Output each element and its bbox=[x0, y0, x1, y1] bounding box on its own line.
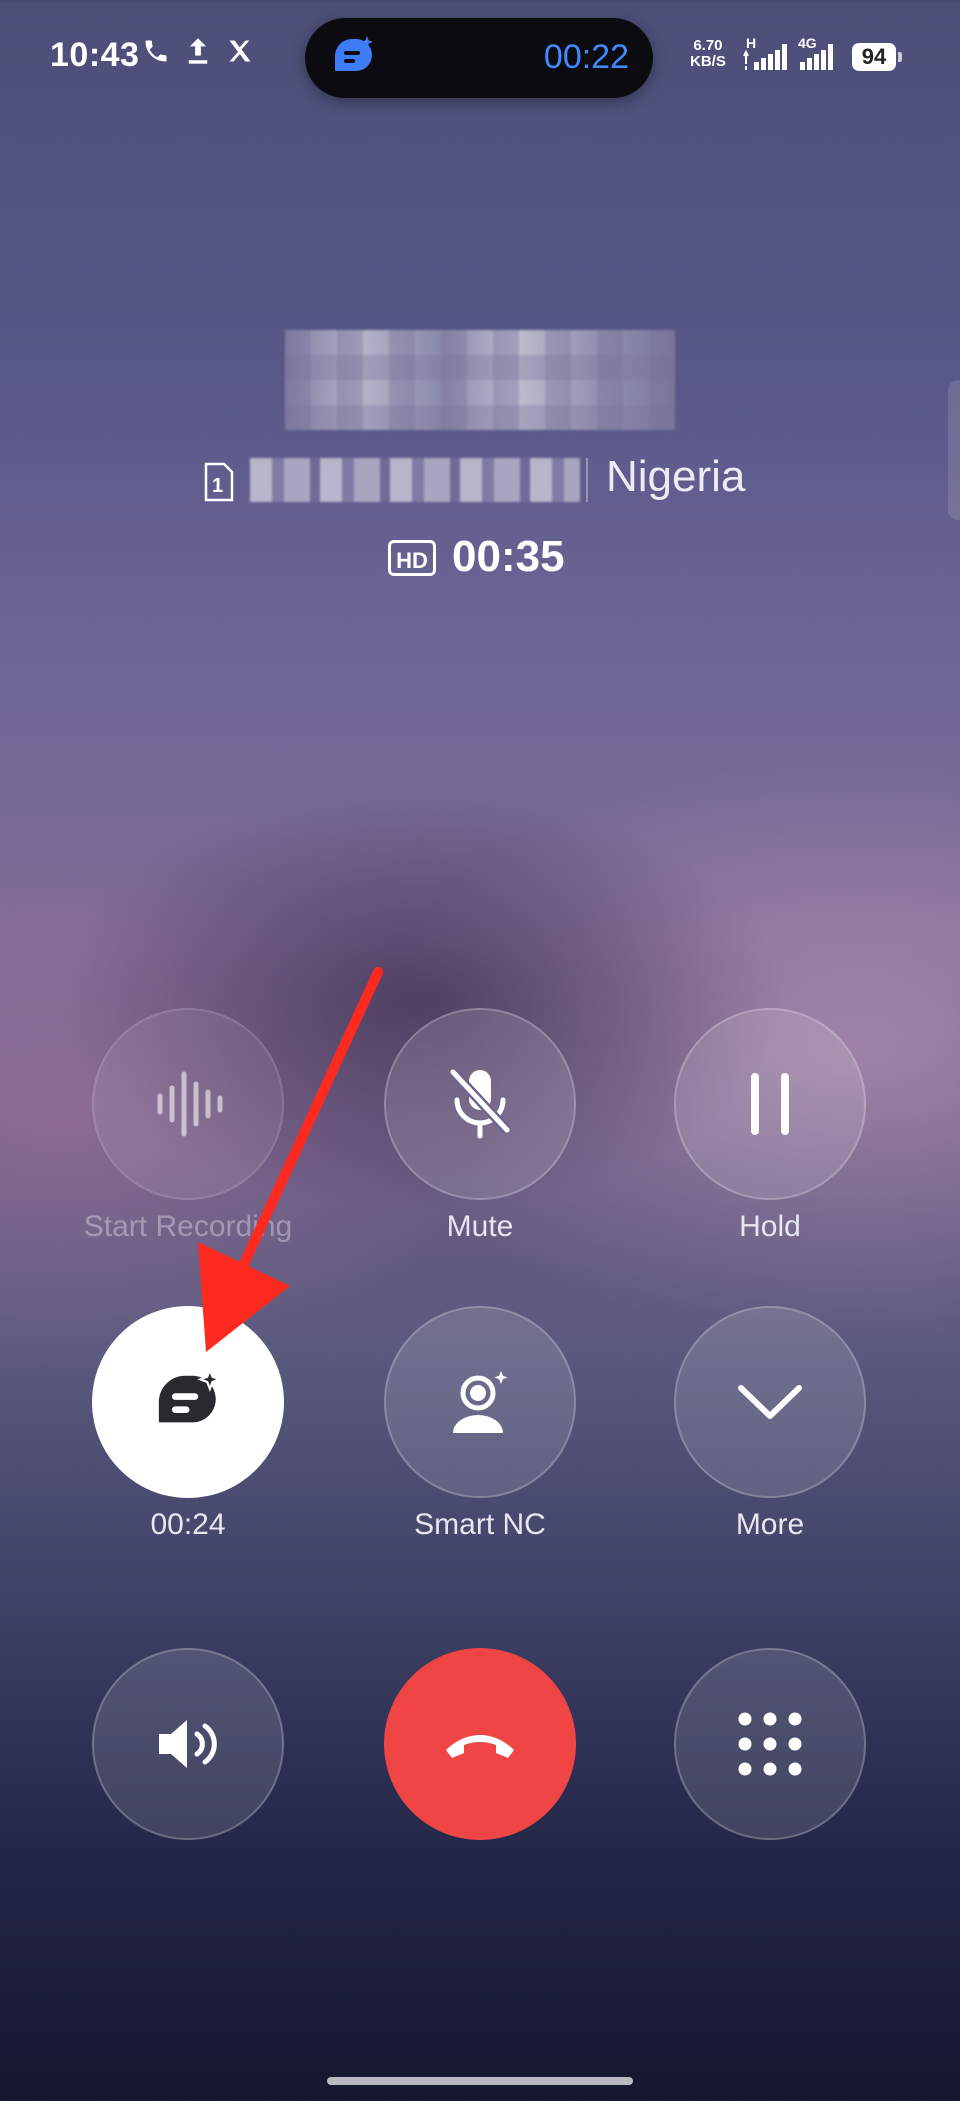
speaker-button[interactable] bbox=[92, 1648, 284, 1840]
keypad-button[interactable] bbox=[674, 1648, 866, 1840]
speaker-icon bbox=[159, 1720, 217, 1768]
network-speed: 6.70 KB/S bbox=[690, 38, 726, 70]
number-divider bbox=[586, 458, 588, 502]
chevron-down-icon bbox=[738, 1385, 802, 1419]
mic-off-icon bbox=[449, 1068, 511, 1139]
mute-button[interactable] bbox=[384, 1008, 576, 1200]
upload-icon bbox=[188, 38, 208, 64]
edge-handle[interactable] bbox=[948, 380, 960, 520]
annotation-arrow bbox=[198, 967, 383, 1352]
caller-name-redacted bbox=[285, 330, 675, 430]
call-duration: 00:35 bbox=[452, 532, 565, 581]
phone-icon bbox=[145, 40, 167, 62]
signal-4g-icon: 4G bbox=[796, 34, 846, 79]
net-speed-unit: KB/S bbox=[690, 53, 726, 70]
caller-number-redacted bbox=[250, 458, 580, 502]
battery-level: 94 bbox=[852, 43, 896, 71]
pill-timer: 00:22 bbox=[543, 38, 629, 76]
pause-icon bbox=[751, 1073, 789, 1135]
call-pill[interactable]: 00:22 bbox=[305, 18, 653, 98]
sim-card-icon: 1 bbox=[203, 461, 235, 503]
smart-nc-label: Smart NC bbox=[414, 1508, 546, 1541]
end-call-button[interactable] bbox=[384, 1648, 576, 1840]
ai-chat-icon bbox=[158, 1367, 223, 1423]
keypad-icon bbox=[738, 1712, 802, 1776]
hold-button[interactable] bbox=[674, 1008, 866, 1200]
ai-chat-icon bbox=[329, 34, 377, 82]
signal-2-label: 4G bbox=[798, 35, 817, 51]
status-icons bbox=[142, 36, 254, 66]
signal-h-icon: H bbox=[742, 34, 788, 79]
battery-tip bbox=[898, 52, 902, 62]
smart-nc-icon bbox=[453, 1371, 508, 1433]
home-indicator[interactable] bbox=[327, 2077, 633, 2085]
end-call-icon bbox=[446, 1735, 514, 1758]
net-speed-value: 6.70 bbox=[693, 37, 723, 54]
signal-1-label: H bbox=[746, 35, 756, 51]
more-label: More bbox=[735, 1508, 805, 1541]
hd-badge: HD bbox=[388, 540, 436, 576]
hold-label: Hold bbox=[739, 1210, 801, 1243]
x-logo-icon bbox=[229, 40, 251, 62]
ai-summary-timer-label: 00:24 bbox=[150, 1508, 226, 1541]
sim-slot-number: 1 bbox=[212, 475, 223, 497]
smart-nc-button[interactable] bbox=[384, 1306, 576, 1498]
caller-location: Nigeria bbox=[606, 452, 746, 501]
status-time: 10:43 bbox=[50, 36, 140, 74]
more-button[interactable] bbox=[674, 1306, 866, 1498]
